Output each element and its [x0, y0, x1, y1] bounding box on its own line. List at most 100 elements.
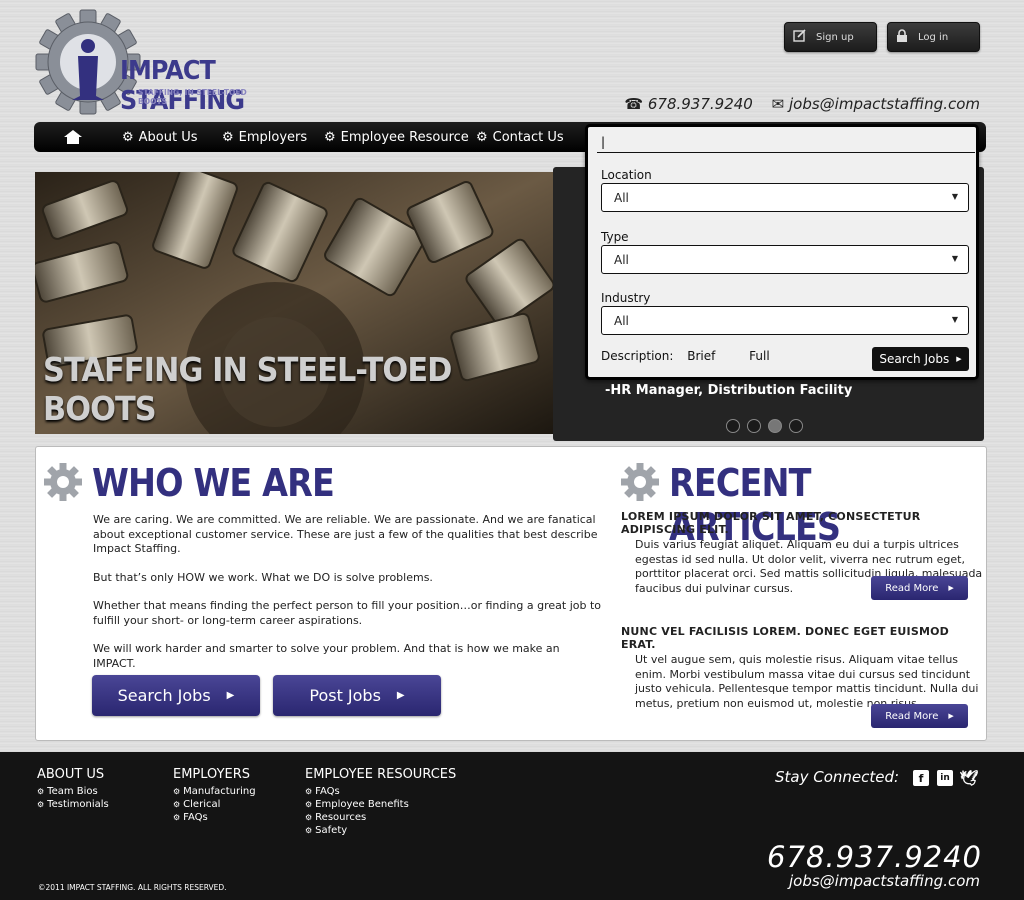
footer-link-label: Clerical	[183, 799, 221, 810]
footer-link-label: Safety	[315, 825, 348, 836]
play-arrow-icon: ▶	[956, 355, 962, 363]
article-2-heading[interactable]: NUNC VEL FACILISIS LOREM. DONEC EGET EUI…	[621, 625, 983, 651]
location-label: Location	[601, 168, 652, 182]
footer-link-label: Manufacturing	[183, 786, 256, 797]
footer-link[interactable]: ⚙ FAQs	[305, 785, 456, 798]
article-2-body: Ut vel augue sem, quis molestie risus. A…	[635, 653, 979, 710]
logo-wordmark: IMPACT STAFFING	[120, 56, 245, 116]
desc-brief-option[interactable]: Brief	[687, 349, 715, 363]
play-arrow-icon: ▶	[948, 584, 954, 592]
read-more-button-1[interactable]: Read More ▶	[871, 576, 968, 600]
footer-link[interactable]: ⚙ Manufacturing	[173, 785, 256, 798]
edit-icon	[793, 29, 806, 45]
play-arrow-icon: ▶	[948, 712, 954, 720]
gear-bullet-icon: ⚙	[305, 787, 313, 796]
gear-bullet-icon: ⚙	[173, 787, 181, 796]
search-jobs-label: Search Jobs	[117, 686, 211, 705]
type-select[interactable]: All ▼	[601, 245, 969, 274]
type-value: All	[614, 252, 629, 267]
featured-job-link[interactable]: -HR Manager, Distribution Facility	[605, 383, 852, 398]
logo-tagline: STAFFING, IN STEEL-TOED BOOTS	[138, 88, 247, 106]
read-more-label: Read More	[885, 710, 939, 722]
header-contact: ☎ 678.937.9240 ✉ jobs@impactstaffing.com	[600, 95, 980, 113]
slider-dot-4[interactable]	[789, 419, 803, 433]
twitter-bird-icon[interactable]: 🕊	[959, 769, 978, 787]
article-2: NUNC VEL FACILISIS LOREM. DONEC EGET EUI…	[621, 625, 983, 711]
slider-dot-1[interactable]	[726, 419, 740, 433]
main-content: WHO WE ARE We are caring. We are committ…	[35, 446, 987, 741]
keyword-input[interactable]	[597, 131, 975, 153]
search-jobs-button[interactable]: Search Jobs ▶	[92, 675, 260, 716]
copyright-text: ©2011 IMPACT STAFFING. ALL RIGHTS RESERV…	[38, 883, 227, 892]
footer-link[interactable]: ⚙ Resources	[305, 811, 456, 824]
slider-dot-2[interactable]	[747, 419, 761, 433]
header-phone[interactable]: 678.937.9240	[648, 95, 753, 113]
job-search-dropdown: Location All ▼ Type All ▼ Industry All ▼…	[585, 124, 979, 380]
footer-link[interactable]: ⚙ FAQs	[173, 811, 256, 824]
gear-bullet-icon: ⚙	[305, 813, 313, 822]
gear-icon: ⚙	[222, 129, 234, 145]
chevron-down-icon: ▼	[951, 192, 958, 201]
footer-link[interactable]: ⚙ Team Bios	[37, 785, 109, 798]
read-more-label: Read More	[885, 582, 939, 594]
description-row: Description: Brief Full	[601, 349, 800, 363]
nav-employers-label: Employers	[238, 129, 308, 145]
footer-link[interactable]: ⚙ Testimonials	[37, 798, 109, 811]
footer-employee-column: EMPLOYEE RESOURCES ⚙ FAQs ⚙ Employee Benef…	[305, 767, 456, 837]
footer-about-heading[interactable]: ABOUT US	[37, 767, 109, 782]
gear-icon	[621, 463, 659, 501]
who-paragraph-2: But that’s only HOW we work. What we DO …	[93, 570, 433, 584]
footer-employee-heading[interactable]: EMPLOYEE RESOURCES	[305, 767, 456, 782]
signup-button[interactable]: Sign up	[784, 22, 877, 52]
footer-about-column: ABOUT US ⚙ Team Bios ⚙ Testimonials	[37, 767, 109, 811]
login-label: Log in	[918, 31, 949, 43]
footer-phone[interactable]: 678.937.9240	[767, 840, 982, 874]
industry-select[interactable]: All ▼	[601, 306, 969, 335]
phone-icon: ☎	[624, 95, 644, 113]
footer-link[interactable]: ⚙ Safety	[305, 824, 456, 837]
footer-employers-column: EMPLOYERS ⚙ Manufacturing ⚙ Clerical ⚙ FAQs	[173, 767, 256, 824]
search-jobs-submit-button[interactable]: Search Jobs ▶	[872, 347, 969, 371]
nav-contact-us-label: Contact Us	[492, 129, 564, 145]
chevron-down-icon: ▼	[951, 254, 958, 263]
type-label: Type	[601, 230, 629, 244]
nav-about-us-label: About Us	[138, 129, 198, 145]
footer-link-label: Resources	[315, 812, 367, 823]
who-paragraph-1: We are caring. We are committed. We are …	[93, 513, 598, 555]
nav-home[interactable]	[64, 130, 122, 144]
header-email[interactable]: jobs@impactstaffing.com	[789, 95, 980, 113]
footer-employers-heading[interactable]: EMPLOYERS	[173, 767, 256, 782]
login-button[interactable]: Log in	[887, 22, 980, 52]
article-1-heading[interactable]: LOREM IPSUM DOLOR SIT AMET, CONSECTETUR …	[621, 510, 983, 536]
industry-value: All	[614, 313, 629, 328]
signup-label: Sign up	[816, 31, 854, 43]
who-paragraph-3: Whether that means finding the perfect p…	[93, 599, 601, 627]
gear-bullet-icon: ⚙	[37, 800, 45, 809]
footer-email[interactable]: jobs@impactstaffing.com	[789, 872, 980, 890]
gear-icon: ⚙	[122, 129, 134, 145]
site-logo[interactable]: IMPACT STAFFING STAFFING, IN STEEL-TOED …	[34, 8, 274, 118]
footer-link[interactable]: ⚙ Employee Benefits	[305, 798, 456, 811]
who-we-are-body: We are caring. We are committed. We are …	[93, 513, 603, 685]
nav-employee-resource-label: Employee Resource	[340, 129, 469, 145]
footer-link-label: Testimonials	[47, 799, 109, 810]
footer-link[interactable]: ⚙ Clerical	[173, 798, 256, 811]
nav-employers[interactable]: ⚙ Employers	[222, 130, 324, 145]
location-value: All	[614, 190, 629, 205]
linkedin-icon[interactable]: in	[937, 770, 953, 786]
location-select[interactable]: All ▼	[601, 183, 969, 212]
nav-employee-resource[interactable]: ⚙ Employee Resource	[324, 130, 476, 145]
slider-dot-3[interactable]	[768, 419, 782, 433]
mail-icon: ✉	[771, 95, 785, 113]
footer-link-label: Team Bios	[47, 786, 98, 797]
gear-bullet-icon: ⚙	[305, 800, 313, 809]
facebook-icon[interactable]: f	[913, 770, 929, 786]
nav-contact-us[interactable]: ⚙ Contact Us	[476, 130, 564, 145]
footer-link-label: Employee Benefits	[315, 799, 409, 810]
nav-about-us[interactable]: ⚙ About Us	[122, 130, 222, 145]
desc-full-option[interactable]: Full	[749, 349, 770, 363]
hero-caption: STAFFING IN STEEL-TOED BOOTS	[43, 350, 452, 428]
play-arrow-icon: ▶	[226, 690, 235, 701]
read-more-button-2[interactable]: Read More ▶	[871, 704, 968, 728]
post-jobs-button[interactable]: Post Jobs ▶	[273, 675, 441, 716]
